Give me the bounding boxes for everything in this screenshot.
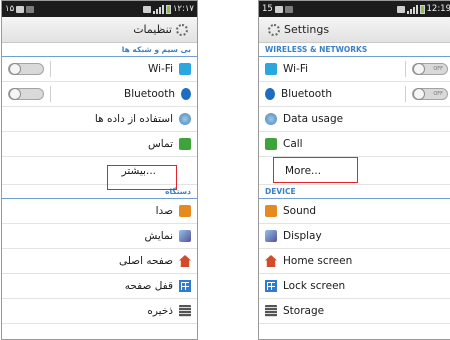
call-label: Call [283, 138, 303, 150]
data-usage-row[interactable]: Data usage [259, 107, 450, 132]
status-bar: ۱۵ ۱۲:۱۷ [2, 1, 197, 17]
toggle-knob [9, 88, 21, 100]
bluetooth-row[interactable]: Bluetooth OFF [259, 82, 450, 107]
call-icon [179, 138, 191, 150]
signal-icon [406, 4, 418, 14]
storage-row[interactable]: ذخیره [2, 299, 197, 324]
media-notification-icon [284, 5, 293, 13]
home-icon [265, 255, 277, 267]
lock-screen-row[interactable]: قفل صفحه [2, 274, 197, 299]
signal-icon [152, 4, 164, 14]
bluetooth-icon [181, 88, 191, 100]
home-screen-label: Home screen [283, 255, 353, 267]
sound-icon [265, 205, 277, 217]
toggle-knob [9, 63, 21, 75]
bluetooth-label: Bluetooth [124, 88, 175, 100]
storage-label: Storage [283, 305, 325, 317]
sound-label: صدا [155, 205, 173, 217]
status-time: ۱۲:۱۷ [172, 4, 194, 14]
battery-icon [419, 4, 425, 14]
status-time: 12:19 [426, 4, 450, 14]
toggle-knob [413, 63, 425, 75]
data-usage-label: Data usage [283, 113, 344, 125]
more-highlight-box [273, 157, 358, 183]
storage-row[interactable]: Storage [259, 299, 450, 324]
data-usage-icon [179, 113, 191, 125]
divider [405, 61, 406, 77]
wifi-label: Wi-Fi [147, 63, 173, 75]
settings-gear-icon [176, 23, 188, 36]
home-screen-label: صفحه اصلی [118, 255, 173, 267]
page-title: تنظیمات [133, 23, 172, 36]
call-icon [265, 138, 277, 150]
bluetooth-label: Bluetooth [281, 88, 332, 100]
sound-icon [179, 205, 191, 217]
lock-screen-row[interactable]: Lock screen [259, 274, 450, 299]
lock-screen-icon [265, 280, 277, 292]
lock-screen-icon [179, 280, 191, 292]
display-icon [265, 230, 277, 242]
lock-screen-label: قفل صفحه [124, 280, 173, 292]
sim-icon [396, 5, 405, 13]
home-screen-row[interactable]: Home screen [259, 249, 450, 274]
page-title: Settings [284, 23, 330, 36]
image-notification-icon [16, 5, 25, 13]
status-left-text: ۱۵ [5, 4, 15, 14]
battery-icon [165, 4, 171, 14]
image-notification-icon [274, 5, 283, 13]
media-notification-icon [26, 5, 35, 13]
sound-row[interactable]: صدا [2, 199, 197, 224]
wifi-row[interactable]: Wi-Fi [2, 57, 197, 82]
wifi-row[interactable]: Wi-Fi OFF [259, 57, 450, 82]
section-header-wireless: WIRELESS & NETWORKS [259, 43, 450, 57]
toggle-off-text: OFF [433, 91, 443, 97]
wifi-label: Wi-Fi [283, 63, 309, 75]
toggle-knob [413, 88, 425, 100]
section-header-wireless: بی سیم و شبکه ها [2, 43, 197, 57]
bluetooth-row[interactable]: Bluetooth [2, 82, 197, 107]
settings-gear-icon [268, 23, 280, 36]
sound-row[interactable]: Sound [259, 199, 450, 224]
section-header-device: DEVICE [259, 185, 450, 199]
call-row[interactable]: تماس [2, 132, 197, 157]
display-label: Display [283, 230, 322, 242]
data-usage-row[interactable]: استفاده از داده ها [2, 107, 197, 132]
toggle-off-text: OFF [433, 66, 443, 72]
storage-icon [179, 305, 191, 317]
wifi-icon [265, 63, 277, 75]
phone-screenshot-persian: ۱۵ ۱۲:۱۷ تنظیمات بی سیم و شبکه ها Wi-Fi … [1, 0, 198, 340]
display-label: نمایش [144, 230, 173, 242]
wifi-toggle[interactable]: OFF [412, 63, 448, 75]
call-label: تماس [147, 138, 173, 150]
status-bar: 15 12:19 [259, 1, 450, 17]
home-screen-row[interactable]: صفحه اصلی [2, 249, 197, 274]
display-row[interactable]: نمایش [2, 224, 197, 249]
home-icon [179, 255, 191, 267]
storage-icon [265, 305, 277, 317]
phone-screenshot-english: 15 12:19 Settings WIRELESS & NETWORKS Wi… [258, 0, 450, 340]
wifi-icon [179, 63, 191, 75]
divider [405, 86, 406, 102]
bluetooth-toggle[interactable]: OFF [412, 88, 448, 100]
divider [50, 86, 51, 102]
divider [50, 61, 51, 77]
settings-title-bar: Settings [259, 17, 450, 43]
storage-label: ذخیره [147, 305, 173, 317]
data-usage-icon [265, 113, 277, 125]
bluetooth-toggle[interactable] [8, 88, 44, 100]
settings-title-bar: تنظیمات [2, 17, 197, 43]
more-highlight-box [107, 165, 177, 190]
call-row[interactable]: Call [259, 132, 450, 157]
display-icon [179, 230, 191, 242]
bluetooth-icon [265, 88, 275, 100]
display-row[interactable]: Display [259, 224, 450, 249]
wifi-toggle[interactable] [8, 63, 44, 75]
status-left-text: 15 [262, 4, 273, 14]
lock-screen-label: Lock screen [283, 280, 346, 292]
sound-label: Sound [283, 205, 317, 217]
sim-icon [142, 5, 151, 13]
data-usage-label: استفاده از داده ها [94, 113, 173, 125]
